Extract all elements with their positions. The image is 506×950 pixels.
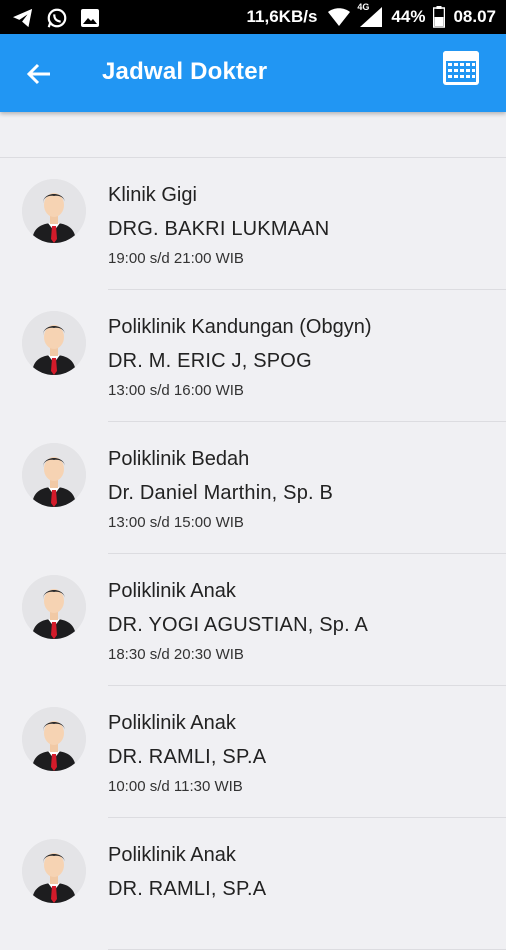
- image-icon: [80, 8, 100, 28]
- doctor-name: DR. YOGI AGUSTIAN, Sp. A: [108, 614, 369, 636]
- calendar-icon: [442, 51, 480, 91]
- network-speed: 11,6KB/s: [246, 7, 318, 26]
- battery-percent: 44%: [391, 7, 426, 26]
- schedule-time: 19:00 s/d 21:00 WIB: [108, 250, 244, 267]
- doctor-avatar-icon: [22, 179, 86, 243]
- doctor-avatar-icon: [22, 575, 86, 639]
- doctor-list-item[interactable]: Poliklinik Bedah Dr. Daniel Marthin, Sp.…: [0, 422, 506, 554]
- clinic-name: Poliklinik Kandungan (Obgyn): [108, 316, 372, 338]
- doctor-list-item[interactable]: Poliklinik Anak DR. RAMLI, SP.A 10:00 s/…: [0, 686, 506, 818]
- doctor-list-item[interactable]: Poliklinik Kandungan (Obgyn) DR. M. ERIC…: [0, 290, 506, 422]
- clinic-name: Poliklinik Bedah: [108, 448, 250, 470]
- whatsapp-icon: [46, 7, 68, 29]
- telegram-icon: [12, 8, 34, 28]
- schedule-time: 13:00 s/d 15:00 WIB: [108, 514, 244, 531]
- network-type-label: 4G: [357, 2, 370, 12]
- doctor-avatar-icon: [22, 443, 86, 507]
- status-bar: 11,6KB/s 4G 44% 08.07: [0, 0, 506, 34]
- doctor-name: DR. M. ERIC J, SPOG: [108, 350, 312, 372]
- arrow-left-icon: [24, 63, 54, 93]
- clinic-name: Klinik Gigi: [108, 184, 197, 206]
- app-bar: Jadwal Dokter: [0, 34, 506, 112]
- battery-icon: [433, 6, 446, 28]
- doctor-name: DRG. BAKRI LUKMAAN: [108, 218, 330, 240]
- signal-icon: 4G: [357, 2, 383, 28]
- doctor-name: DR. RAMLI, SP.A: [108, 878, 267, 900]
- clinic-name: Poliklinik Anak: [108, 580, 236, 602]
- schedule-time: 18:30 s/d 20:30 WIB: [108, 646, 244, 663]
- doctor-list-item[interactable]: Klinik Gigi DRG. BAKRI LUKMAAN 19:00 s/d…: [0, 158, 506, 290]
- doctor-avatar-icon: [22, 707, 86, 771]
- doctor-list-item[interactable]: Poliklinik Anak DR. RAMLI, SP.A: [0, 818, 506, 950]
- clinic-name: Poliklinik Anak: [108, 844, 236, 866]
- clock: 08.07: [453, 7, 496, 26]
- doctor-name: DR. RAMLI, SP.A: [108, 746, 267, 768]
- schedule-time: 13:00 s/d 16:00 WIB: [108, 382, 244, 399]
- wifi-icon: [327, 7, 351, 27]
- clinic-name: Poliklinik Anak: [108, 712, 236, 734]
- doctor-avatar-icon: [22, 839, 86, 903]
- doctor-name: Dr. Daniel Marthin, Sp. B: [108, 482, 334, 504]
- schedule-time: 10:00 s/d 11:30 WIB: [108, 778, 243, 795]
- doctor-avatar-icon: [22, 311, 86, 375]
- doctor-list: Klinik Gigi DRG. BAKRI LUKMAAN 19:00 s/d…: [0, 157, 506, 950]
- back-button[interactable]: [24, 59, 54, 89]
- calendar-button[interactable]: [442, 49, 480, 87]
- doctor-list-item[interactable]: Poliklinik Anak DR. YOGI AGUSTIAN, Sp. A…: [0, 554, 506, 686]
- page-title: Jadwal Dokter: [102, 58, 268, 85]
